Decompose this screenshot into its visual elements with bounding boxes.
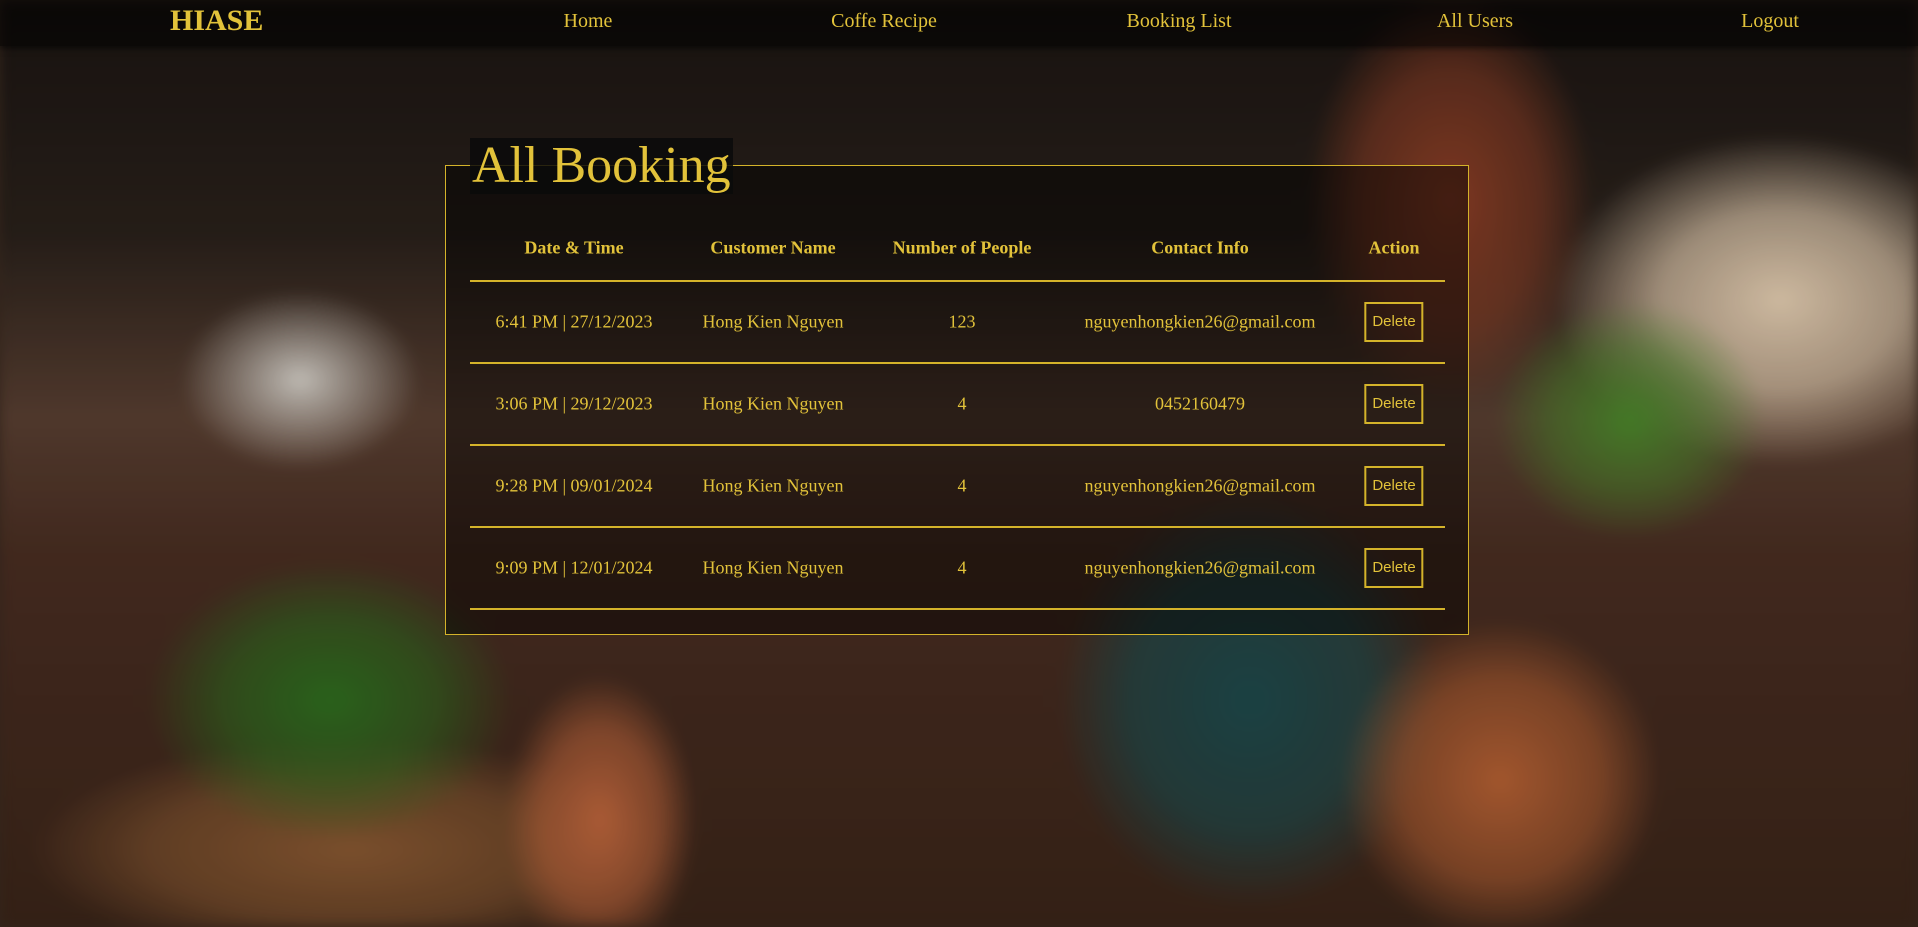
column-header-action: Action xyxy=(1368,237,1420,258)
booking-customer: Hong Kien Nguyen xyxy=(702,475,844,496)
booking-people: 123 xyxy=(948,311,976,332)
page-title: All Booking xyxy=(470,137,733,194)
delete-button[interactable]: Delete xyxy=(1364,466,1424,506)
booking-people: 4 xyxy=(957,393,967,414)
table-row: 9:09 PM | 12/01/2024 Hong Kien Nguyen 4 … xyxy=(470,528,1445,610)
nav-booking-list[interactable]: Booking List xyxy=(1126,10,1231,33)
booking-people: 4 xyxy=(957,557,967,578)
delete-button[interactable]: Delete xyxy=(1364,302,1424,342)
booking-customer: Hong Kien Nguyen xyxy=(702,557,844,578)
column-header-customer-name: Customer Name xyxy=(710,237,836,258)
booking-table: Date & Time Customer Name Number of Peop… xyxy=(470,220,1445,610)
top-navbar: HIASE Home Coffe Recipe Booking List All… xyxy=(0,0,1918,46)
booking-datetime: 3:06 PM | 29/12/2023 xyxy=(495,393,653,414)
booking-datetime: 9:09 PM | 12/01/2024 xyxy=(495,557,653,578)
brand-logo[interactable]: HIASE xyxy=(170,4,263,38)
booking-customer: Hong Kien Nguyen xyxy=(702,393,844,414)
table-row: 9:28 PM | 09/01/2024 Hong Kien Nguyen 4 … xyxy=(470,446,1445,528)
nav-coffee-recipe[interactable]: Coffe Recipe xyxy=(831,10,937,33)
booking-contact: nguyenhongkien26@gmail.com xyxy=(1084,557,1316,578)
table-header: Date & Time Customer Name Number of Peop… xyxy=(470,220,1445,282)
booking-datetime: 9:28 PM | 09/01/2024 xyxy=(495,475,653,496)
delete-button[interactable]: Delete xyxy=(1364,548,1424,588)
booking-contact: 0452160479 xyxy=(1155,393,1245,414)
booking-datetime: 6:41 PM | 27/12/2023 xyxy=(495,311,653,332)
column-header-number-of-people: Number of People xyxy=(892,237,1032,258)
column-header-contact-info: Contact Info xyxy=(1151,237,1249,258)
booking-customer: Hong Kien Nguyen xyxy=(702,311,844,332)
booking-contact: nguyenhongkien26@gmail.com xyxy=(1084,475,1316,496)
delete-button[interactable]: Delete xyxy=(1364,384,1424,424)
nav-home[interactable]: Home xyxy=(564,10,613,33)
booking-contact: nguyenhongkien26@gmail.com xyxy=(1084,311,1316,332)
column-header-date-time: Date & Time xyxy=(524,237,624,258)
table-row: 6:41 PM | 27/12/2023 Hong Kien Nguyen 12… xyxy=(470,282,1445,364)
booking-people: 4 xyxy=(957,475,967,496)
nav-logout[interactable]: Logout xyxy=(1741,10,1799,33)
table-row: 3:06 PM | 29/12/2023 Hong Kien Nguyen 4 … xyxy=(470,364,1445,446)
nav-all-users[interactable]: All Users xyxy=(1437,10,1513,33)
